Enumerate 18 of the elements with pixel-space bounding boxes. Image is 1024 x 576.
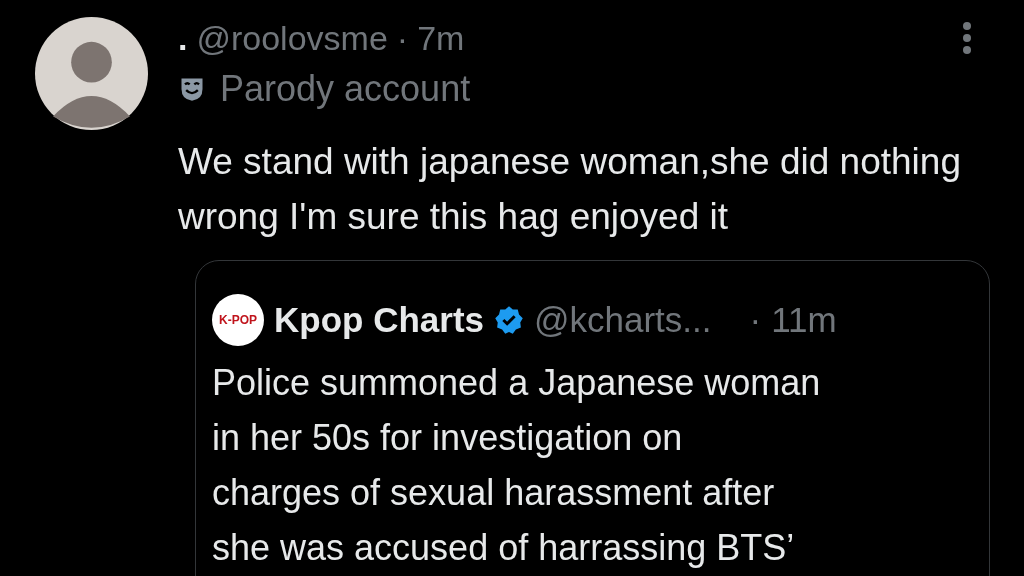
kpop-logo[interactable]: K-POP [212, 294, 264, 346]
quoted-text-line: in her 50s for investigation on [212, 416, 684, 460]
post-text: We stand with japanese woman,she did nothing wrong I'm sure this hag enjoyed it [178, 140, 962, 239]
quoted-post-card[interactable]: K-POP Kpop Charts @kcharts... · 11m Police summoned a Japanese woman in her 50s for investigation on charges of sexual harassment after she was accused of harrassing BTS’ [195, 260, 990, 576]
parody-label: Parody account [220, 68, 471, 110]
quoted-text-line: she was accused of harrassing BTS’ [212, 526, 796, 570]
avatar[interactable] [35, 17, 148, 130]
user-handle[interactable]: @roolovsme [196, 18, 388, 58]
separator-dot: · [749, 300, 762, 340]
more-icon[interactable] [962, 21, 972, 55]
post-time: 7m [417, 18, 465, 58]
quoted-text-line: Police summoned a Japanese woman [212, 361, 822, 405]
quoted-post-time: 11m [771, 300, 837, 340]
quoted-display-name: Kpop Charts [274, 300, 484, 340]
separator-dot: · [396, 18, 409, 58]
display-name[interactable]: . [178, 18, 188, 58]
quoted-user-handle: @kcharts... [534, 300, 712, 340]
quoted-text-line: charges of sexual harassment after [212, 471, 776, 515]
